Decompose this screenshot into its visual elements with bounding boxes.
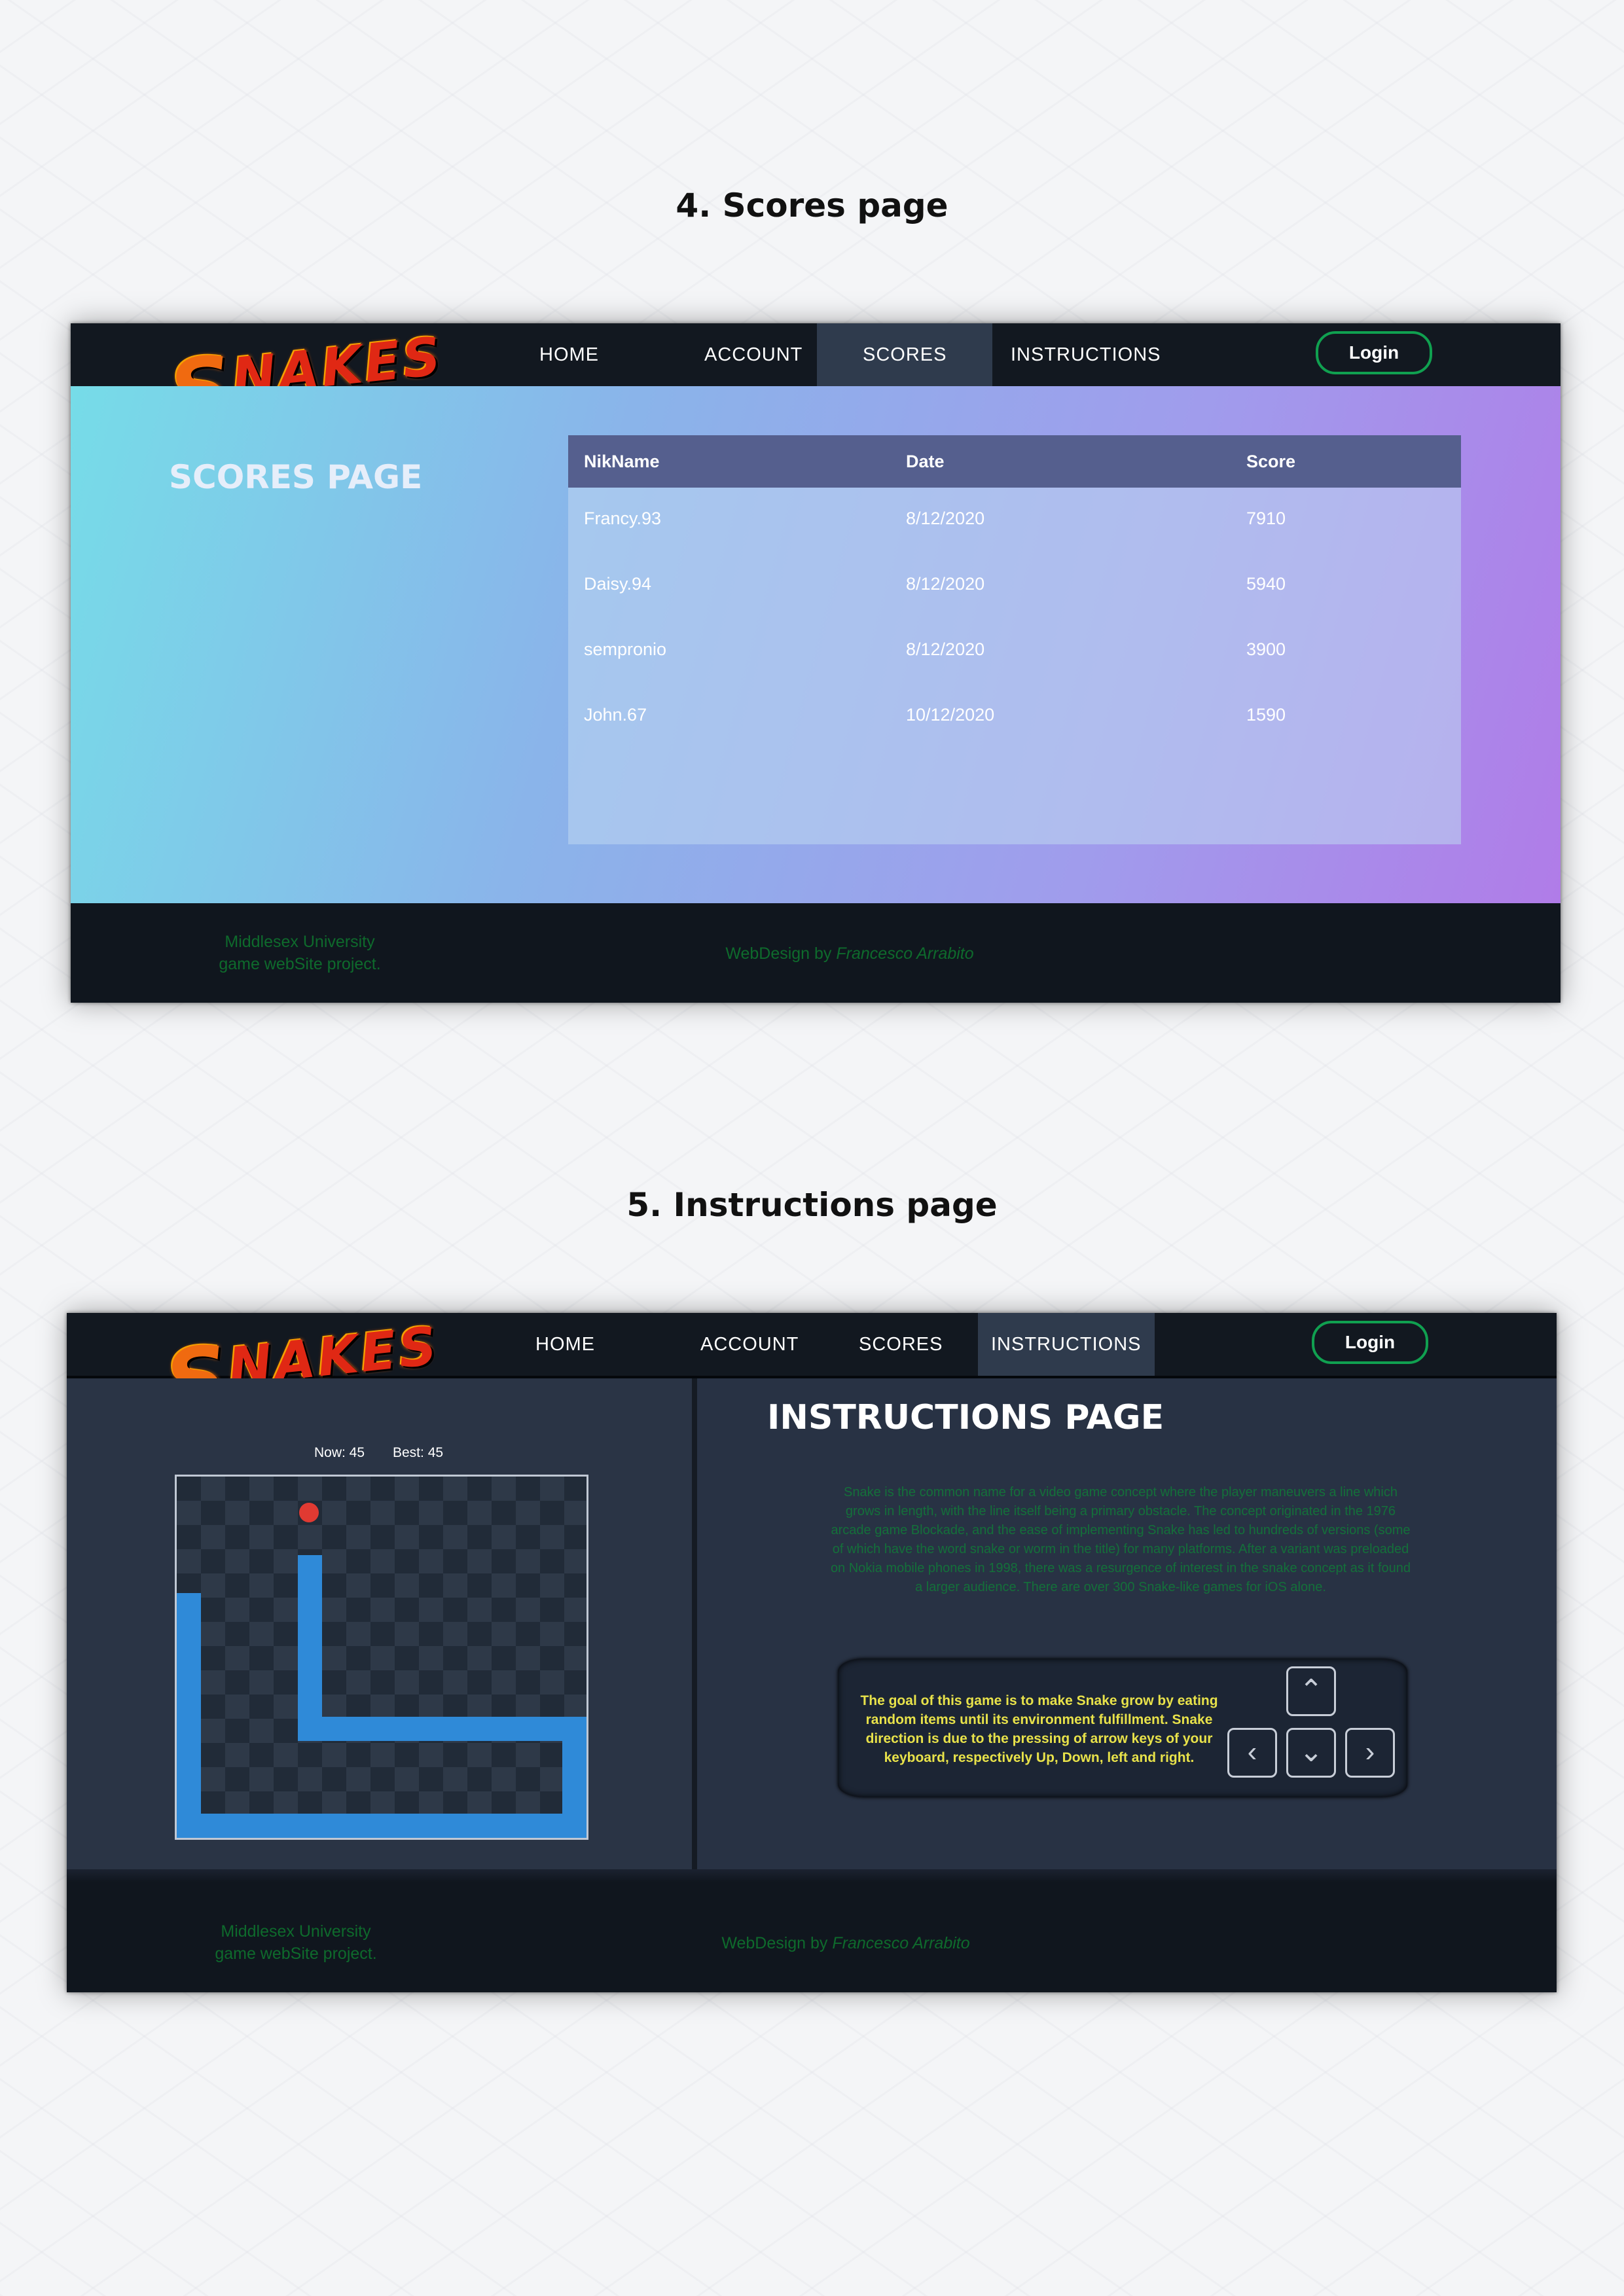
column-header-nikname: NikName (584, 452, 660, 471)
cell-nikname: sempronio (584, 639, 667, 659)
best-score: Best: 45 (393, 1445, 444, 1460)
credit-name: Francesco Arrabito (832, 1934, 970, 1952)
cell-date: 8/12/2020 (906, 574, 985, 594)
section-title-instructions: 5. Instructions page (626, 1186, 998, 1224)
arrow-up-key-icon: ⌃ (1286, 1666, 1336, 1716)
arrow-left-key-icon: ‹ (1227, 1728, 1277, 1778)
instructions-page-screenshot: SNAKES HOME ACCOUNT SCORES INSTRUCTIONS … (67, 1313, 1557, 1992)
food-item (299, 1503, 319, 1522)
footer: Middlesex University game webSite projec… (71, 903, 1561, 1003)
nav-scores[interactable]: SCORES (843, 1313, 958, 1376)
footer: Middlesex University game webSite projec… (67, 1893, 1557, 1992)
navbar: SNAKES HOME ACCOUNT SCORES INSTRUCTIONS … (67, 1313, 1557, 1432)
goal-box: The goal of this game is to make Snake g… (838, 1659, 1407, 1797)
panel-divider (692, 1378, 697, 1869)
column-header-score: Score (1246, 452, 1296, 471)
column-header-date: Date (906, 452, 945, 471)
snake-description: Snake is the common name for a video gam… (830, 1485, 1411, 1594)
table-row: Daisy.94 8/12/2020 5940 (568, 574, 1461, 600)
page-title: SCORES PAGE (169, 458, 423, 496)
footer-university: Middlesex University game webSite projec… (195, 931, 405, 975)
cell-nikname: Daisy.94 (584, 574, 652, 594)
footer-line-2: game webSite project. (219, 955, 381, 973)
snake-segment (298, 1717, 586, 1741)
scores-page-screenshot: SNAKES HOME ACCOUNT SCORES INSTRUCTIONS … (71, 323, 1561, 1003)
nav-scores[interactable]: SCORES (817, 323, 993, 386)
nav-instructions[interactable]: INSTRUCTIONS (995, 323, 1177, 386)
nav-home[interactable]: HOME (524, 323, 615, 386)
cell-score: 7910 (1246, 509, 1286, 528)
table-header: NikName Date Score (568, 435, 1461, 488)
cell-score: 1590 (1246, 705, 1286, 725)
table-row: sempronio 8/12/2020 3900 (568, 639, 1461, 666)
footer-credit: WebDesign by Francesco Arrabito (686, 942, 1013, 965)
cell-score: 5940 (1246, 574, 1286, 594)
table-row: John.67 10/12/2020 1590 (568, 705, 1461, 731)
snake-head (298, 1555, 322, 1741)
section-title-scores: 4. Scores page (676, 187, 948, 224)
nav-account[interactable]: ACCOUNT (689, 323, 818, 386)
snake-segment (177, 1593, 201, 1838)
nav-account[interactable]: ACCOUNT (685, 1313, 814, 1376)
page-title: INSTRUCTIONS PAGE (767, 1398, 1164, 1437)
footer-line-2: game webSite project. (215, 1945, 377, 1963)
login-button[interactable]: Login (1316, 331, 1432, 374)
footer-line-1: Middlesex University (225, 933, 375, 951)
snake-segment (177, 1814, 586, 1838)
cell-nikname: Francy.93 (584, 509, 662, 528)
footer-line-1: Middlesex University (221, 1922, 371, 1941)
table-row: Francy.93 8/12/2020 7910 (568, 509, 1461, 535)
goal-text: The goal of this game is to make Snake g… (860, 1693, 1218, 1765)
footer-credit: WebDesign by Francesco Arrabito (682, 1932, 1009, 1954)
arrow-down-key-icon: ⌄ (1286, 1728, 1336, 1778)
cell-score: 3900 (1246, 639, 1286, 659)
cell-date: 8/12/2020 (906, 509, 985, 528)
current-score: Now: 45 (314, 1445, 365, 1460)
cell-date: 10/12/2020 (906, 705, 995, 725)
login-button[interactable]: Login (1312, 1321, 1428, 1364)
cell-nikname: John.67 (584, 705, 647, 725)
arrow-right-key-icon: › (1345, 1728, 1395, 1778)
navbar: SNAKES HOME ACCOUNT SCORES INSTRUCTIONS … (71, 323, 1561, 442)
credit-prefix: WebDesign by (725, 944, 832, 963)
nav-instructions[interactable]: INSTRUCTIONS (978, 1313, 1155, 1376)
cell-date: 8/12/2020 (906, 639, 985, 659)
scores-content: SCORES PAGE NikName Date Score Francy.93… (71, 386, 1561, 903)
credit-name: Francesco Arrabito (836, 944, 974, 963)
nav-home[interactable]: HOME (520, 1313, 611, 1376)
credit-prefix: WebDesign by (721, 1934, 828, 1952)
footer-university: Middlesex University game webSite projec… (191, 1920, 401, 1965)
game-board[interactable] (175, 1475, 588, 1840)
scores-table: NikName Date Score Francy.93 8/12/2020 7… (568, 435, 1461, 844)
footer-shadow (67, 1869, 1557, 1882)
